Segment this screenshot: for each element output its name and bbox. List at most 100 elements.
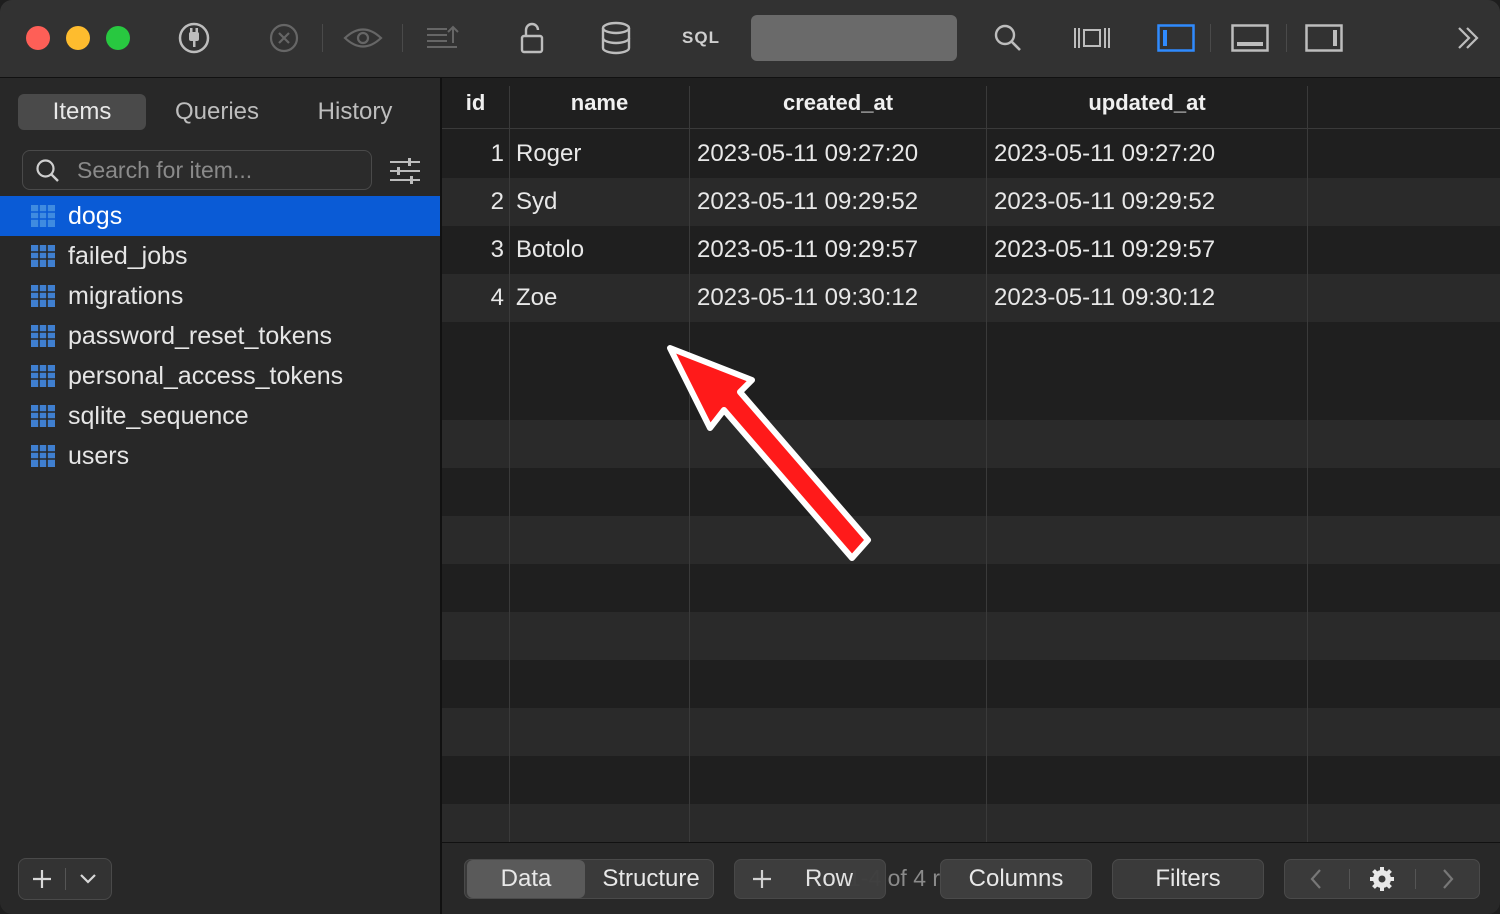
view-mode-segmented-control: Data Structure bbox=[464, 859, 714, 899]
sql-button[interactable]: SQL bbox=[678, 18, 724, 58]
add-row-label: Row bbox=[804, 865, 853, 892]
cell-id[interactable]: 1 bbox=[442, 130, 504, 178]
plus-icon bbox=[753, 870, 771, 888]
add-row-button[interactable]: Row bbox=[734, 859, 886, 899]
data-tab-button[interactable]: Data bbox=[467, 860, 585, 898]
cell-name[interactable]: Roger bbox=[516, 130, 686, 178]
cell-updated-at[interactable]: 2023-05-11 09:29:57 bbox=[994, 226, 1304, 274]
tab-history[interactable]: History bbox=[288, 94, 422, 130]
overflow-chevron-icon[interactable] bbox=[1450, 18, 1486, 58]
lock-icon[interactable] bbox=[514, 18, 550, 58]
cell-name[interactable]: Zoe bbox=[516, 274, 686, 322]
table-item-label: failed_jobs bbox=[68, 241, 188, 270]
filters-button[interactable]: Filters bbox=[1112, 859, 1264, 899]
table-row[interactable]: 3 Botolo 2023-05-11 09:29:57 2023-05-11 … bbox=[442, 226, 1500, 274]
cell-created-at[interactable]: 2023-05-11 09:29:52 bbox=[697, 178, 987, 226]
table-item-personal-access-tokens[interactable]: personal_access_tokens bbox=[0, 356, 440, 396]
cell-name[interactable]: Syd bbox=[516, 178, 686, 226]
structure-tab-button[interactable]: Structure bbox=[589, 860, 713, 898]
pagination-control bbox=[1284, 859, 1480, 899]
previous-page-button[interactable] bbox=[1285, 860, 1347, 898]
cell-created-at[interactable]: 2023-05-11 09:29:57 bbox=[697, 226, 987, 274]
app-window: SQL Items Queries History Search for ite… bbox=[0, 0, 1500, 914]
bottom-panel-icon[interactable] bbox=[1230, 18, 1270, 58]
gear-icon bbox=[1370, 867, 1394, 891]
column-header-created-at[interactable]: created_at bbox=[690, 78, 986, 128]
bottom-bar: Data Structure 1-4 of 4 rows Row Columns… bbox=[442, 842, 1500, 914]
table-list: dogs failed_jobs migrations password_res… bbox=[0, 196, 440, 476]
next-page-button[interactable] bbox=[1417, 860, 1479, 898]
content-area: 1 Roger 2023-05-11 09:27:20 2023-05-11 0… bbox=[442, 78, 1500, 914]
table-row[interactable]: 2 Syd 2023-05-11 09:29:52 2023-05-11 09:… bbox=[442, 178, 1500, 226]
cell-updated-at[interactable]: 2023-05-11 09:27:20 bbox=[994, 130, 1304, 178]
import-icon[interactable] bbox=[422, 18, 462, 58]
tab-items[interactable]: Items bbox=[18, 94, 146, 130]
close-circle-icon[interactable] bbox=[266, 18, 302, 58]
search-icon[interactable] bbox=[990, 18, 1026, 58]
chevron-right-icon bbox=[1443, 869, 1454, 889]
columns-button[interactable]: Columns bbox=[940, 859, 1092, 899]
right-panel-icon[interactable] bbox=[1304, 18, 1344, 58]
add-button[interactable] bbox=[19, 859, 65, 899]
table-item-migrations[interactable]: migrations bbox=[0, 276, 440, 316]
table-item-dogs[interactable]: dogs bbox=[0, 196, 440, 236]
table-icon bbox=[31, 285, 55, 307]
eye-icon[interactable] bbox=[342, 18, 384, 58]
cell-id[interactable]: 3 bbox=[442, 226, 504, 274]
table-item-label: users bbox=[68, 441, 130, 470]
table-item-users[interactable]: users bbox=[0, 436, 440, 476]
columns-label: Columns bbox=[968, 865, 1064, 892]
columns-icon[interactable] bbox=[1070, 18, 1114, 58]
table-item-password-reset-tokens[interactable]: password_reset_tokens bbox=[0, 316, 440, 356]
table-icon bbox=[31, 205, 55, 227]
chevron-left-icon bbox=[1310, 869, 1321, 889]
table-item-label: dogs bbox=[68, 201, 123, 230]
table-item-failed-jobs[interactable]: failed_jobs bbox=[0, 236, 440, 276]
plus-icon bbox=[32, 870, 51, 888]
cell-updated-at[interactable]: 2023-05-11 09:29:52 bbox=[994, 178, 1304, 226]
cell-name[interactable]: Botolo bbox=[516, 226, 686, 274]
table-item-label: sqlite_sequence bbox=[68, 401, 249, 430]
sidebar: Items Queries History dogs failed_jobs m… bbox=[0, 78, 440, 914]
table-icon bbox=[31, 405, 55, 427]
table-icon bbox=[31, 245, 55, 267]
table-icon bbox=[31, 365, 55, 387]
cell-id[interactable]: 4 bbox=[442, 274, 504, 322]
left-panel-icon[interactable] bbox=[1156, 18, 1196, 58]
zoom-window-button[interactable] bbox=[106, 26, 130, 50]
column-header-updated-at[interactable]: updated_at bbox=[987, 78, 1307, 128]
tab-queries[interactable]: Queries bbox=[146, 94, 288, 130]
minimize-window-button[interactable] bbox=[66, 26, 90, 50]
cell-id[interactable]: 2 bbox=[442, 178, 504, 226]
cell-created-at[interactable]: 2023-05-11 09:27:20 bbox=[697, 130, 987, 178]
table-icon bbox=[31, 445, 55, 467]
connection-status-box[interactable] bbox=[751, 15, 957, 61]
table-item-sqlite-sequence[interactable]: sqlite_sequence bbox=[0, 396, 440, 436]
add-menu-button[interactable] bbox=[66, 859, 112, 899]
toolbar: SQL bbox=[0, 0, 1500, 78]
table-item-label: migrations bbox=[68, 281, 184, 310]
column-header-name[interactable]: name bbox=[510, 78, 689, 128]
cell-created-at[interactable]: 2023-05-11 09:30:12 bbox=[697, 274, 987, 322]
add-item-control bbox=[18, 858, 112, 900]
plug-icon[interactable] bbox=[176, 18, 212, 58]
sql-label: SQL bbox=[682, 28, 720, 47]
table-icon bbox=[31, 325, 55, 347]
filters-label: Filters bbox=[1155, 865, 1221, 892]
settings-gear-button[interactable] bbox=[1351, 860, 1413, 898]
cell-updated-at[interactable]: 2023-05-11 09:30:12 bbox=[994, 274, 1304, 322]
chevron-down-icon bbox=[80, 874, 97, 884]
data-grid: 1 Roger 2023-05-11 09:27:20 2023-05-11 0… bbox=[442, 78, 1500, 842]
table-row[interactable]: 4 Zoe 2023-05-11 09:30:12 2023-05-11 09:… bbox=[442, 274, 1500, 322]
search-icon bbox=[36, 159, 59, 182]
column-header-id[interactable]: id bbox=[442, 78, 509, 128]
database-icon[interactable] bbox=[598, 18, 634, 58]
filter-sliders-icon[interactable] bbox=[388, 156, 422, 186]
search-box bbox=[22, 150, 372, 190]
table-row[interactable]: 1 Roger 2023-05-11 09:27:20 2023-05-11 0… bbox=[442, 130, 1500, 178]
table-item-label: personal_access_tokens bbox=[68, 361, 344, 390]
table-item-label: password_reset_tokens bbox=[68, 321, 333, 350]
search-input[interactable] bbox=[75, 153, 359, 187]
sidebar-tabs: Items Queries History bbox=[18, 94, 422, 130]
close-window-button[interactable] bbox=[26, 26, 50, 50]
